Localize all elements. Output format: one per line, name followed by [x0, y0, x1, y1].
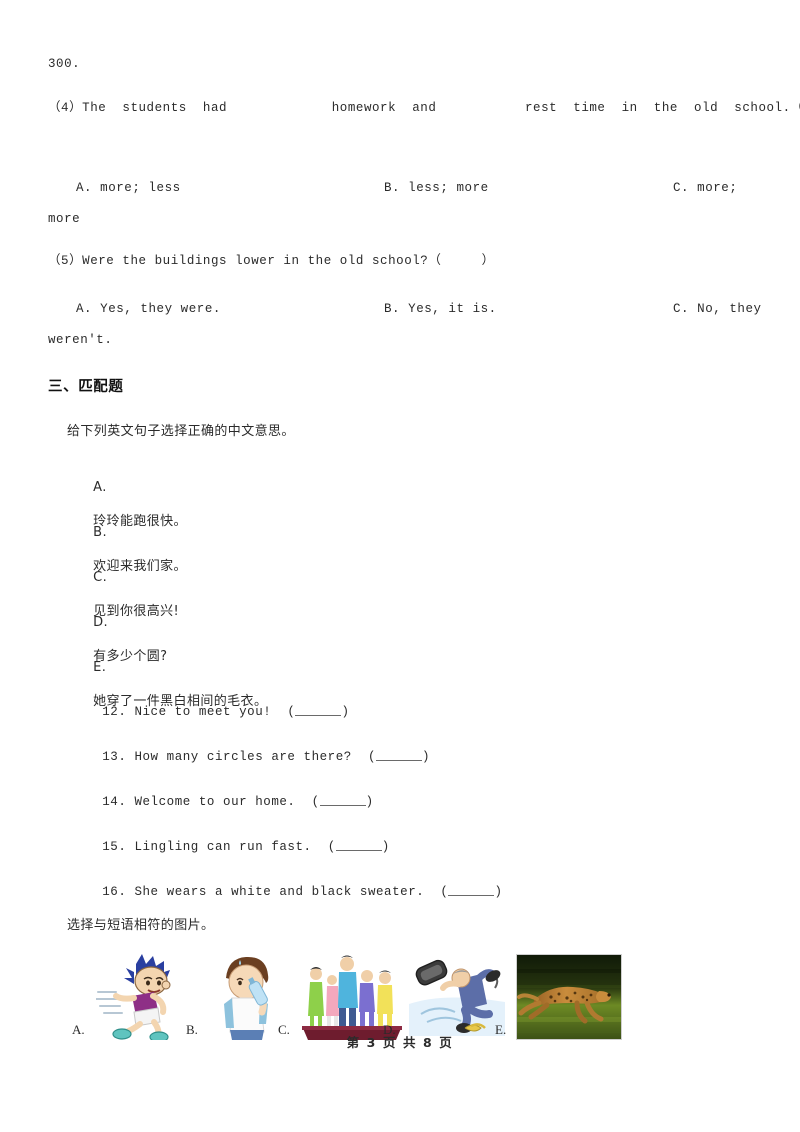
matching-item-14[interactable]: 14. Welcome to our home. () [70, 780, 374, 823]
item-answer-blank[interactable] [376, 749, 422, 761]
item-text: Welcome to our home. [134, 794, 296, 809]
item-text: Nice to meet you! [134, 704, 272, 719]
option-c[interactable]: C. more; [673, 181, 737, 195]
matching-instruction: 给下列英文句子选择正确的中文意思。 [67, 424, 295, 439]
item-sep: . [118, 704, 127, 719]
exam-page: 300. （4）The students had homework and re… [0, 0, 800, 1132]
page-footer: 第 3 页 共 8 页 [346, 1035, 454, 1050]
item-number: 13 [102, 749, 119, 764]
matching-item-12[interactable]: 12. Nice to meet you! () [70, 690, 350, 733]
man-slipping-falling-image[interactable] [405, 952, 509, 1040]
question-4-options: A. more; less B. less; more C. more; [48, 181, 752, 199]
matching-item-16[interactable]: 16. She wears a white and black sweater.… [70, 870, 503, 913]
item-text: She wears a white and black sweater. [134, 884, 425, 899]
choice-e-letter: E. [93, 660, 107, 675]
item-text: Lingling can run fast. [134, 839, 312, 854]
item-number: 12 [102, 704, 119, 719]
option-a[interactable]: A. Yes, they were. [76, 302, 221, 316]
picture-instruction: 选择与短语相符的图片。 [67, 918, 215, 933]
item-number: 14 [102, 794, 119, 809]
option-c-wrap: weren't. [48, 333, 113, 347]
section-heading-matching: 三、匹配题 [48, 379, 124, 395]
item-answer-blank[interactable] [448, 884, 495, 896]
item-text: How many circles are there? [134, 749, 352, 764]
item-sep: . [118, 794, 127, 809]
item-answer-blank[interactable] [295, 704, 342, 716]
question-4-stem: （4）The students had homework and rest ti… [48, 101, 800, 115]
fragment-text: 300. [48, 57, 81, 71]
item-answer-blank[interactable] [319, 794, 366, 806]
item-number: 15 [102, 839, 119, 854]
item-sep: . [118, 839, 127, 854]
option-b[interactable]: B. less; more [384, 181, 489, 195]
question-5-options: A. Yes, they were. B. Yes, it is. C. No,… [48, 302, 761, 320]
item-answer-blank[interactable] [335, 839, 382, 851]
boy-drinking-water-image[interactable] [210, 952, 282, 1040]
choice-c-letter: C. [93, 570, 108, 585]
question-5-stem: （5）Were the buildings lower in the old s… [48, 254, 495, 268]
running-boy-cartoon-image[interactable] [96, 952, 186, 1040]
option-a[interactable]: A. more; less [76, 181, 181, 195]
matching-item-15[interactable]: 15. Lingling can run fast. () [70, 825, 390, 868]
item-number: 16 [102, 884, 119, 899]
option-c-wrap: more [48, 212, 81, 226]
choice-a-letter: A. [93, 480, 107, 495]
choice-d-letter: D. [93, 615, 109, 630]
option-b[interactable]: B. Yes, it is. [384, 302, 497, 316]
running-cheetah-photo[interactable] [516, 954, 622, 1040]
item-sep: . [118, 749, 127, 764]
item-sep: . [118, 884, 127, 899]
picture-options-row: A. B. C. D. E. [48, 944, 752, 1040]
matching-item-13[interactable]: 13. How many circles are there? () [70, 735, 430, 778]
choice-b-letter: B. [93, 525, 107, 540]
option-c[interactable]: C. No, they [673, 302, 762, 316]
